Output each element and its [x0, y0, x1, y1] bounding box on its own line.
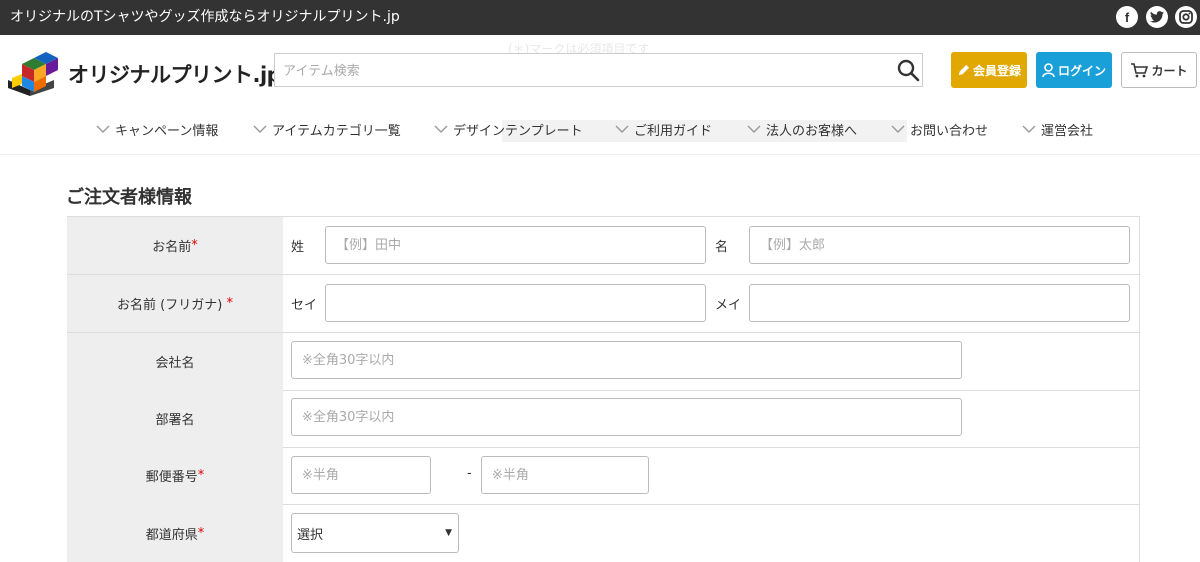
- nav-label: ご利用ガイド: [634, 123, 713, 139]
- nav-divider: [0, 154, 1200, 155]
- site-tagline: オリジナルのTシャツやグッズ作成ならオリジナルプリント.jp: [10, 9, 400, 25]
- first-name-sublabel: 名: [715, 240, 729, 255]
- company-label: 会社名: [67, 333, 283, 390]
- postal-label-text: 郵便番号: [145, 470, 198, 485]
- kana-label: お名前 (フリガナ) *: [67, 275, 283, 332]
- nav-label: お問い合わせ: [910, 123, 989, 139]
- kana-last-input[interactable]: [325, 284, 706, 322]
- search-input[interactable]: [283, 60, 883, 82]
- kana-last-sublabel: セイ: [291, 298, 318, 313]
- name-label: お名前 *: [67, 217, 283, 274]
- last-name-input[interactable]: [325, 226, 706, 264]
- kana-label-text: お名前 (フリガナ): [117, 298, 227, 313]
- nav-label: 法人のお客様へ: [766, 123, 858, 139]
- prefecture-select[interactable]: 選択 ▼: [291, 513, 459, 553]
- form-row-kana: お名前 (フリガナ) * セイ メイ: [67, 275, 1140, 333]
- name-label-text: お名前: [152, 240, 192, 255]
- twitter-bird-shape: [1150, 11, 1164, 23]
- company-input[interactable]: [291, 341, 962, 379]
- department-input[interactable]: [291, 398, 962, 436]
- page-title: ご注文者様情報: [66, 187, 192, 208]
- department-label: 部署名: [67, 390, 283, 447]
- kana-field-cell: セイ メイ: [283, 275, 1140, 332]
- required-mark: *: [197, 525, 205, 541]
- nav-item-design-template[interactable]: デザインテンプレート: [434, 118, 583, 140]
- required-mark: *: [191, 238, 198, 253]
- prefecture-field-cell: 選択 ▼: [283, 504, 1140, 562]
- chevron-down-icon: [96, 125, 110, 133]
- company-field-cell: [283, 333, 1140, 390]
- nav-item-corporate[interactable]: 法人のお客様へ: [747, 118, 857, 140]
- pencil-icon: [957, 64, 970, 77]
- facebook-glyph: f: [1124, 9, 1130, 25]
- cart-button[interactable]: カート: [1121, 52, 1197, 88]
- form-row-department: 部署名: [67, 390, 1140, 448]
- prefecture-selected-value: 選択: [297, 527, 324, 543]
- dropdown-arrow-icon: ▼: [445, 528, 452, 538]
- register-button[interactable]: 会員登録: [951, 52, 1027, 88]
- form-row-company: 会社名: [67, 333, 1140, 391]
- chevron-down-icon: [747, 125, 761, 133]
- form-row-postal: 郵便番号* -: [67, 447, 1140, 505]
- register-label: 会員登録: [972, 63, 1021, 78]
- chevron-down-icon: [615, 125, 629, 133]
- nav-label: キャンペーン情報: [115, 123, 219, 139]
- order-form: お名前* 姓 名 お名前 (フリガナ) * セイ メイ 会社名 部署名: [67, 216, 1140, 562]
- instagram-icon[interactable]: [1175, 6, 1197, 28]
- search-box: [274, 53, 923, 87]
- login-label: ログイン: [1057, 63, 1106, 78]
- logo-cube-icon: [8, 52, 58, 96]
- last-name-sublabel: 姓: [291, 240, 305, 255]
- kana-first-sublabel: メイ: [715, 298, 742, 313]
- form-row-name: お名前* 姓 名: [67, 217, 1140, 275]
- chevron-down-icon: [434, 125, 448, 133]
- user-icon: [1042, 62, 1055, 78]
- nav-item-company[interactable]: 運営会社: [1022, 118, 1093, 140]
- prefecture-label: 都道府県 *: [67, 504, 283, 562]
- search-icon[interactable]: [896, 58, 920, 82]
- nav-item-categories[interactable]: アイテムカテゴリ一覧: [253, 118, 401, 140]
- nav-label: 運営会社: [1041, 123, 1094, 139]
- required-mark: *: [197, 468, 205, 483]
- postal-field-cell: -: [283, 447, 1140, 504]
- cart-label: カート: [1151, 63, 1188, 78]
- required-mark: *: [226, 296, 233, 311]
- kana-first-input[interactable]: [749, 284, 1130, 322]
- facebook-icon[interactable]: f: [1116, 6, 1138, 28]
- chevron-down-icon: [253, 125, 267, 133]
- postal-separator: -: [467, 466, 472, 481]
- nav-item-campaign[interactable]: キャンペーン情報: [96, 118, 218, 140]
- twitter-icon[interactable]: [1146, 6, 1168, 28]
- nav-item-contact[interactable]: お問い合わせ: [891, 118, 988, 140]
- name-field-cell: 姓 名: [283, 217, 1140, 274]
- department-field-cell: [283, 390, 1140, 447]
- logo-text: オリジナルプリント.jp: [68, 63, 282, 87]
- first-name-input[interactable]: [749, 226, 1130, 264]
- chevron-down-icon: [1022, 125, 1036, 133]
- cart-icon: [1130, 62, 1149, 78]
- top-bar: オリジナルのTシャツやグッズ作成ならオリジナルプリント.jp f: [0, 0, 1200, 35]
- company-label-text: 会社名: [155, 356, 195, 371]
- postal-code-second-input[interactable]: [481, 456, 649, 494]
- prefecture-label-text: 都道府県: [145, 527, 198, 543]
- postal-code-first-input[interactable]: [291, 456, 431, 494]
- nav-label: アイテムカテゴリ一覧: [272, 123, 401, 139]
- department-label-text: 部署名: [155, 413, 195, 428]
- chevron-down-icon: [891, 125, 905, 133]
- login-button[interactable]: ログイン: [1036, 52, 1112, 88]
- postal-label: 郵便番号 *: [67, 447, 283, 504]
- instagram-camera-shape: [1179, 10, 1193, 24]
- nav-label: デザインテンプレート: [453, 123, 583, 139]
- form-row-prefecture: 都道府県 * 選択 ▼: [67, 504, 1140, 562]
- nav-item-guide[interactable]: ご利用ガイド: [615, 118, 712, 140]
